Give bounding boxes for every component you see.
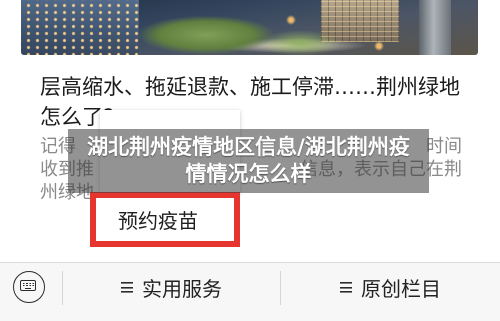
article-headline-line-1: 层高缩水、拖延退款、施工停滞……荆州绿地 xyxy=(40,75,460,99)
highlight-annotation-box: 预约疫苗 xyxy=(90,192,240,247)
overlay-title-banner: 湖北荆州疫情地区信息/湖北荆州疫 情情况怎么样 xyxy=(68,129,429,193)
submenu-item-book-vaccine[interactable]: 预约疫苗 xyxy=(96,198,234,241)
submenu-item-label: 预约疫苗 xyxy=(118,209,198,233)
menu-practical-services[interactable]: 实用服务 xyxy=(63,263,280,312)
overlay-title-line-2: 情情况怎么样 xyxy=(185,162,312,186)
article-screen: 层高缩水、拖延退款、施工停滞……荆州绿地 怎么了? 记得 时间 收到推 信息，表… xyxy=(0,0,500,321)
snippet-text: 时间 xyxy=(426,136,462,157)
cover-photo xyxy=(21,0,478,55)
keyboard-icon xyxy=(13,271,45,303)
bottom-menu-bar: 实用服务 原创栏目 xyxy=(0,262,500,321)
menu-label: 原创栏目 xyxy=(361,277,441,301)
menu-original-columns[interactable]: 原创栏目 xyxy=(281,263,500,312)
menu-label: 实用服务 xyxy=(142,277,222,301)
menu-lines-icon xyxy=(340,282,352,293)
overlay-title-line-1: 湖北荆州疫情地区信息/湖北荆州疫 xyxy=(87,135,410,159)
menu-lines-icon xyxy=(121,282,133,293)
keyboard-toggle-button[interactable] xyxy=(13,271,45,303)
